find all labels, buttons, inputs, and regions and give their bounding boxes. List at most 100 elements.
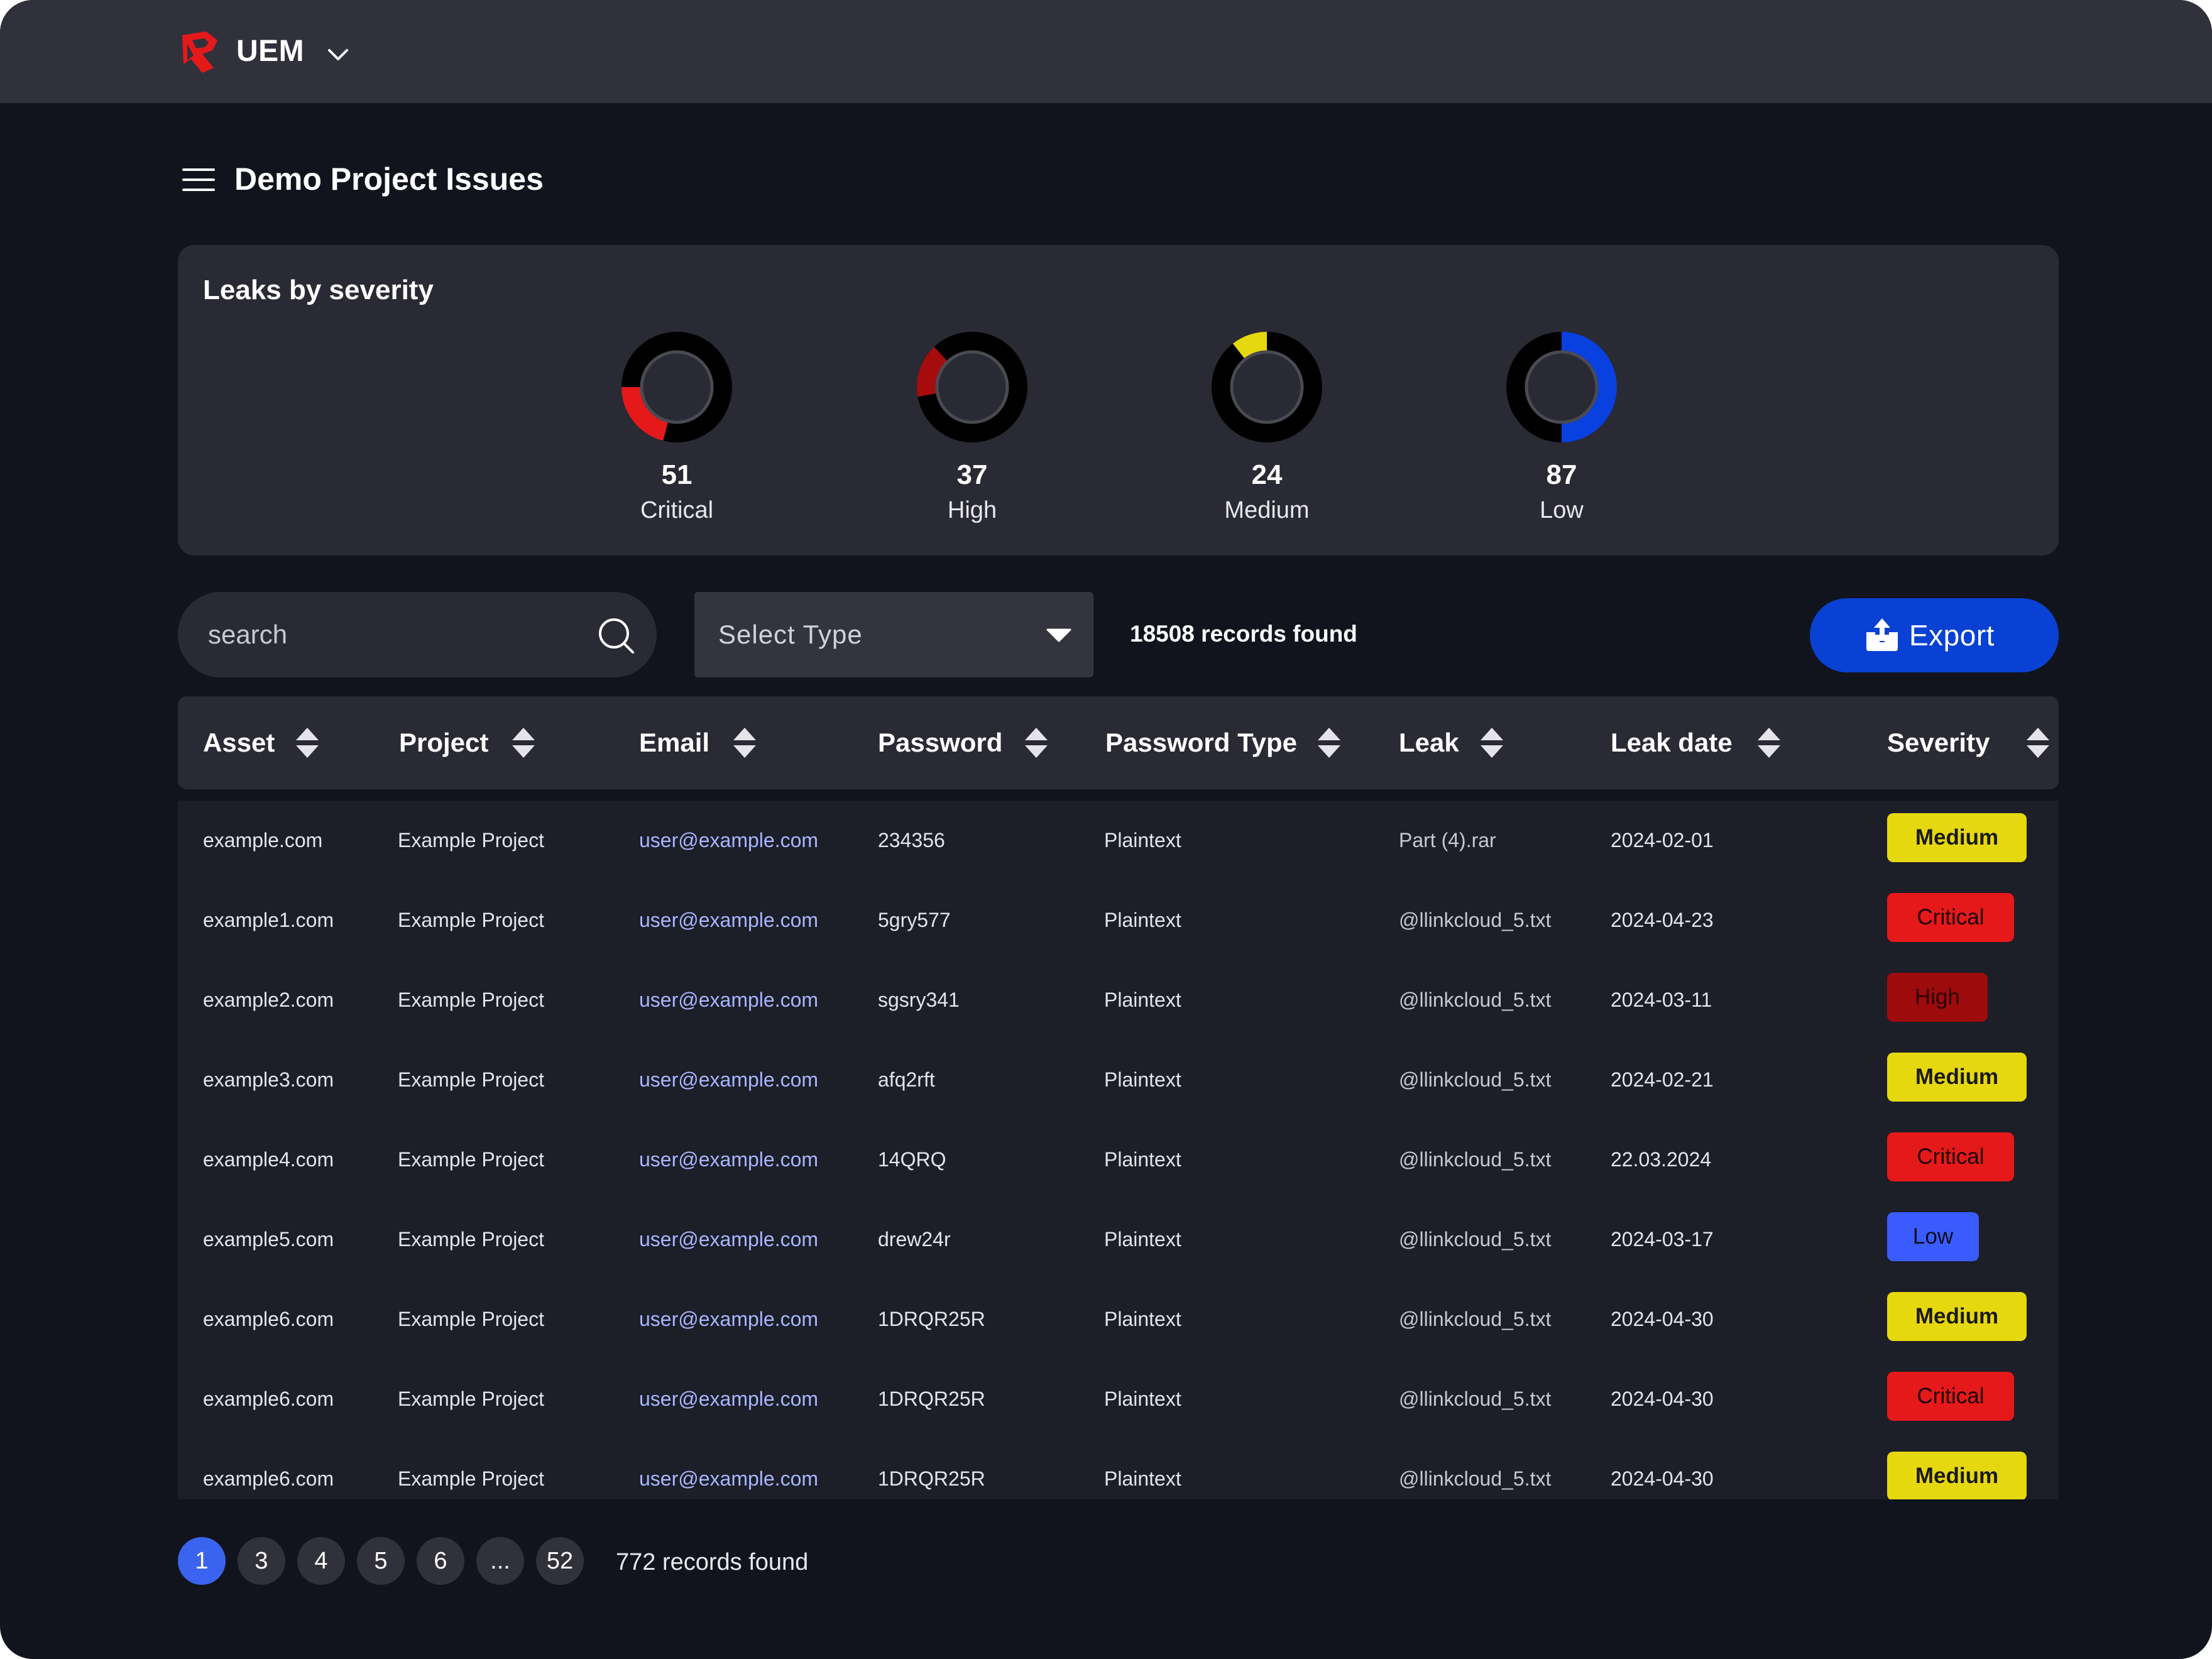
password-cell: afq2rft xyxy=(878,1068,935,1091)
leak-date-cell: 2024-03-11 xyxy=(1611,988,1712,1011)
table-row[interactable]: example2.com Example Project user@exampl… xyxy=(178,960,2059,1040)
search-box[interactable] xyxy=(178,592,657,677)
high-label: High xyxy=(947,497,997,523)
leak-date-cell: 2024-02-01 xyxy=(1611,829,1714,851)
password-type-cell: Plaintext xyxy=(1104,829,1181,851)
password-type-cell: Plaintext xyxy=(1104,909,1181,931)
leak-date-cell: 2024-02-21 xyxy=(1611,1068,1714,1091)
email-link[interactable]: user@example.com xyxy=(639,1462,818,1496)
page-button-1[interactable]: 1 xyxy=(178,1537,226,1585)
table-row[interactable]: example6.com Example Project user@exampl… xyxy=(178,1439,2059,1499)
password-cell: sgsry341 xyxy=(878,988,960,1011)
sort-icon[interactable] xyxy=(731,725,758,760)
password-cell: 5gry577 xyxy=(878,909,951,931)
password-cell: 1DRQR25R xyxy=(878,1467,985,1490)
password-type-cell: Plaintext xyxy=(1104,1388,1181,1410)
leak-cell: @llinkcloud_5.txt xyxy=(1399,988,1552,1011)
password-type-cell: Plaintext xyxy=(1104,1308,1181,1330)
table-body: example.com Example Project user@example… xyxy=(178,801,2059,1499)
sort-icon[interactable] xyxy=(1478,725,1506,760)
table-header: Asset Project Email Password Password Ty… xyxy=(178,696,2059,789)
sort-icon[interactable] xyxy=(510,725,537,760)
chevron-down-icon[interactable] xyxy=(324,40,352,68)
page-button-6[interactable]: 6 xyxy=(417,1537,464,1585)
table-row[interactable]: example4.com Example Project user@exampl… xyxy=(178,1120,2059,1200)
app-name[interactable]: UEM xyxy=(236,31,304,72)
page-button-ellipsis[interactable]: ... xyxy=(476,1537,524,1585)
leak-date-cell: 22.03.2024 xyxy=(1611,1148,1712,1171)
severity-badge: Critical xyxy=(1887,1132,2014,1181)
column-label: Password xyxy=(878,728,1003,757)
table-row[interactable]: example5.com Example Project user@exampl… xyxy=(178,1200,2059,1279)
sort-icon[interactable] xyxy=(2024,725,2052,760)
donut-medium xyxy=(1212,332,1322,442)
password-cell: 1DRQR25R xyxy=(878,1308,985,1330)
column-label: Asset xyxy=(203,728,275,757)
table-row[interactable]: example.com Example Project user@example… xyxy=(178,801,2059,880)
donut-high xyxy=(917,332,1027,442)
leak-cell: @llinkcloud_5.txt xyxy=(1399,1228,1552,1251)
email-link[interactable]: user@example.com xyxy=(639,1222,818,1256)
column-label: Password Type xyxy=(1105,728,1297,757)
asset-cell: example5.com xyxy=(203,1228,334,1251)
password-cell: drew24r xyxy=(878,1228,951,1251)
severity-badge: Critical xyxy=(1887,1372,2014,1421)
sort-icon[interactable] xyxy=(293,725,321,760)
page-button-5[interactable]: 5 xyxy=(357,1537,405,1585)
upload-icon xyxy=(1866,618,1898,651)
asset-cell: example6.com xyxy=(203,1467,334,1490)
asset-cell: example6.com xyxy=(203,1388,334,1410)
table-row[interactable]: example3.com Example Project user@exampl… xyxy=(178,1040,2059,1120)
severity-badge: Medium xyxy=(1887,813,2027,862)
shield-logo-icon xyxy=(182,31,217,73)
project-cell: Example Project xyxy=(398,1308,544,1330)
table-row[interactable]: example6.com Example Project user@exampl… xyxy=(178,1279,2059,1359)
column-label: Leak date xyxy=(1611,728,1733,757)
page-button-4[interactable]: 4 xyxy=(297,1537,345,1585)
leaks-by-severity-card: Leaks by severity 51 Critical 37 High 24… xyxy=(178,245,2059,556)
email-link[interactable]: user@example.com xyxy=(639,1142,818,1176)
medium-label: Medium xyxy=(1224,497,1310,523)
sort-icon[interactable] xyxy=(1755,725,1783,760)
leak-cell: @llinkcloud_5.txt xyxy=(1399,1068,1552,1091)
severity-badge: Medium xyxy=(1887,1053,2027,1102)
password-cell: 1DRQR25R xyxy=(878,1388,985,1410)
hamburger-menu-icon[interactable] xyxy=(182,167,215,192)
email-link[interactable]: user@example.com xyxy=(639,983,818,1017)
select-type-dropdown[interactable]: Select Type xyxy=(694,592,1093,677)
search-input[interactable] xyxy=(208,615,535,655)
table-row[interactable]: example6.com Example Project user@exampl… xyxy=(178,1359,2059,1439)
donut-critical xyxy=(621,332,732,442)
column-label: Email xyxy=(639,728,710,757)
password-cell: 234356 xyxy=(878,829,945,851)
medium-count: 24 xyxy=(1251,459,1283,490)
project-cell: Example Project xyxy=(398,1068,544,1091)
page-button-3[interactable]: 3 xyxy=(238,1537,285,1585)
project-cell: Example Project xyxy=(398,1388,544,1410)
password-type-cell: Plaintext xyxy=(1104,1068,1181,1091)
sort-icon[interactable] xyxy=(1315,725,1343,760)
leak-cell: @llinkcloud_5.txt xyxy=(1399,1467,1552,1490)
project-cell: Example Project xyxy=(398,829,544,851)
export-label: Export xyxy=(1909,619,1995,652)
critical-label: Critical xyxy=(640,497,714,523)
export-button[interactable]: Export xyxy=(1810,598,2059,672)
password-type-cell: Plaintext xyxy=(1104,1148,1181,1171)
severity-badge: High xyxy=(1887,973,1988,1022)
table-row[interactable]: example1.com Example Project user@exampl… xyxy=(178,880,2059,960)
email-link[interactable]: user@example.com xyxy=(639,903,818,937)
asset-cell: example3.com xyxy=(203,1068,334,1091)
page-button-52[interactable]: 52 xyxy=(536,1537,584,1585)
email-link[interactable]: user@example.com xyxy=(639,1063,818,1097)
severity-badge: Medium xyxy=(1887,1452,2027,1499)
sort-icon[interactable] xyxy=(1022,725,1050,760)
email-link[interactable]: user@example.com xyxy=(639,1302,818,1336)
low-count: 87 xyxy=(1546,459,1577,490)
severity-badge: Critical xyxy=(1887,893,2014,942)
column-label: Severity xyxy=(1887,728,1990,757)
records-found-count: 18508 records found xyxy=(1130,621,1357,647)
email-link[interactable]: user@example.com xyxy=(639,823,818,857)
email-link[interactable]: user@example.com xyxy=(639,1382,818,1416)
search-icon[interactable] xyxy=(595,615,637,656)
app-window: UEM Demo Project Issues Leaks by severit… xyxy=(0,0,2212,1659)
